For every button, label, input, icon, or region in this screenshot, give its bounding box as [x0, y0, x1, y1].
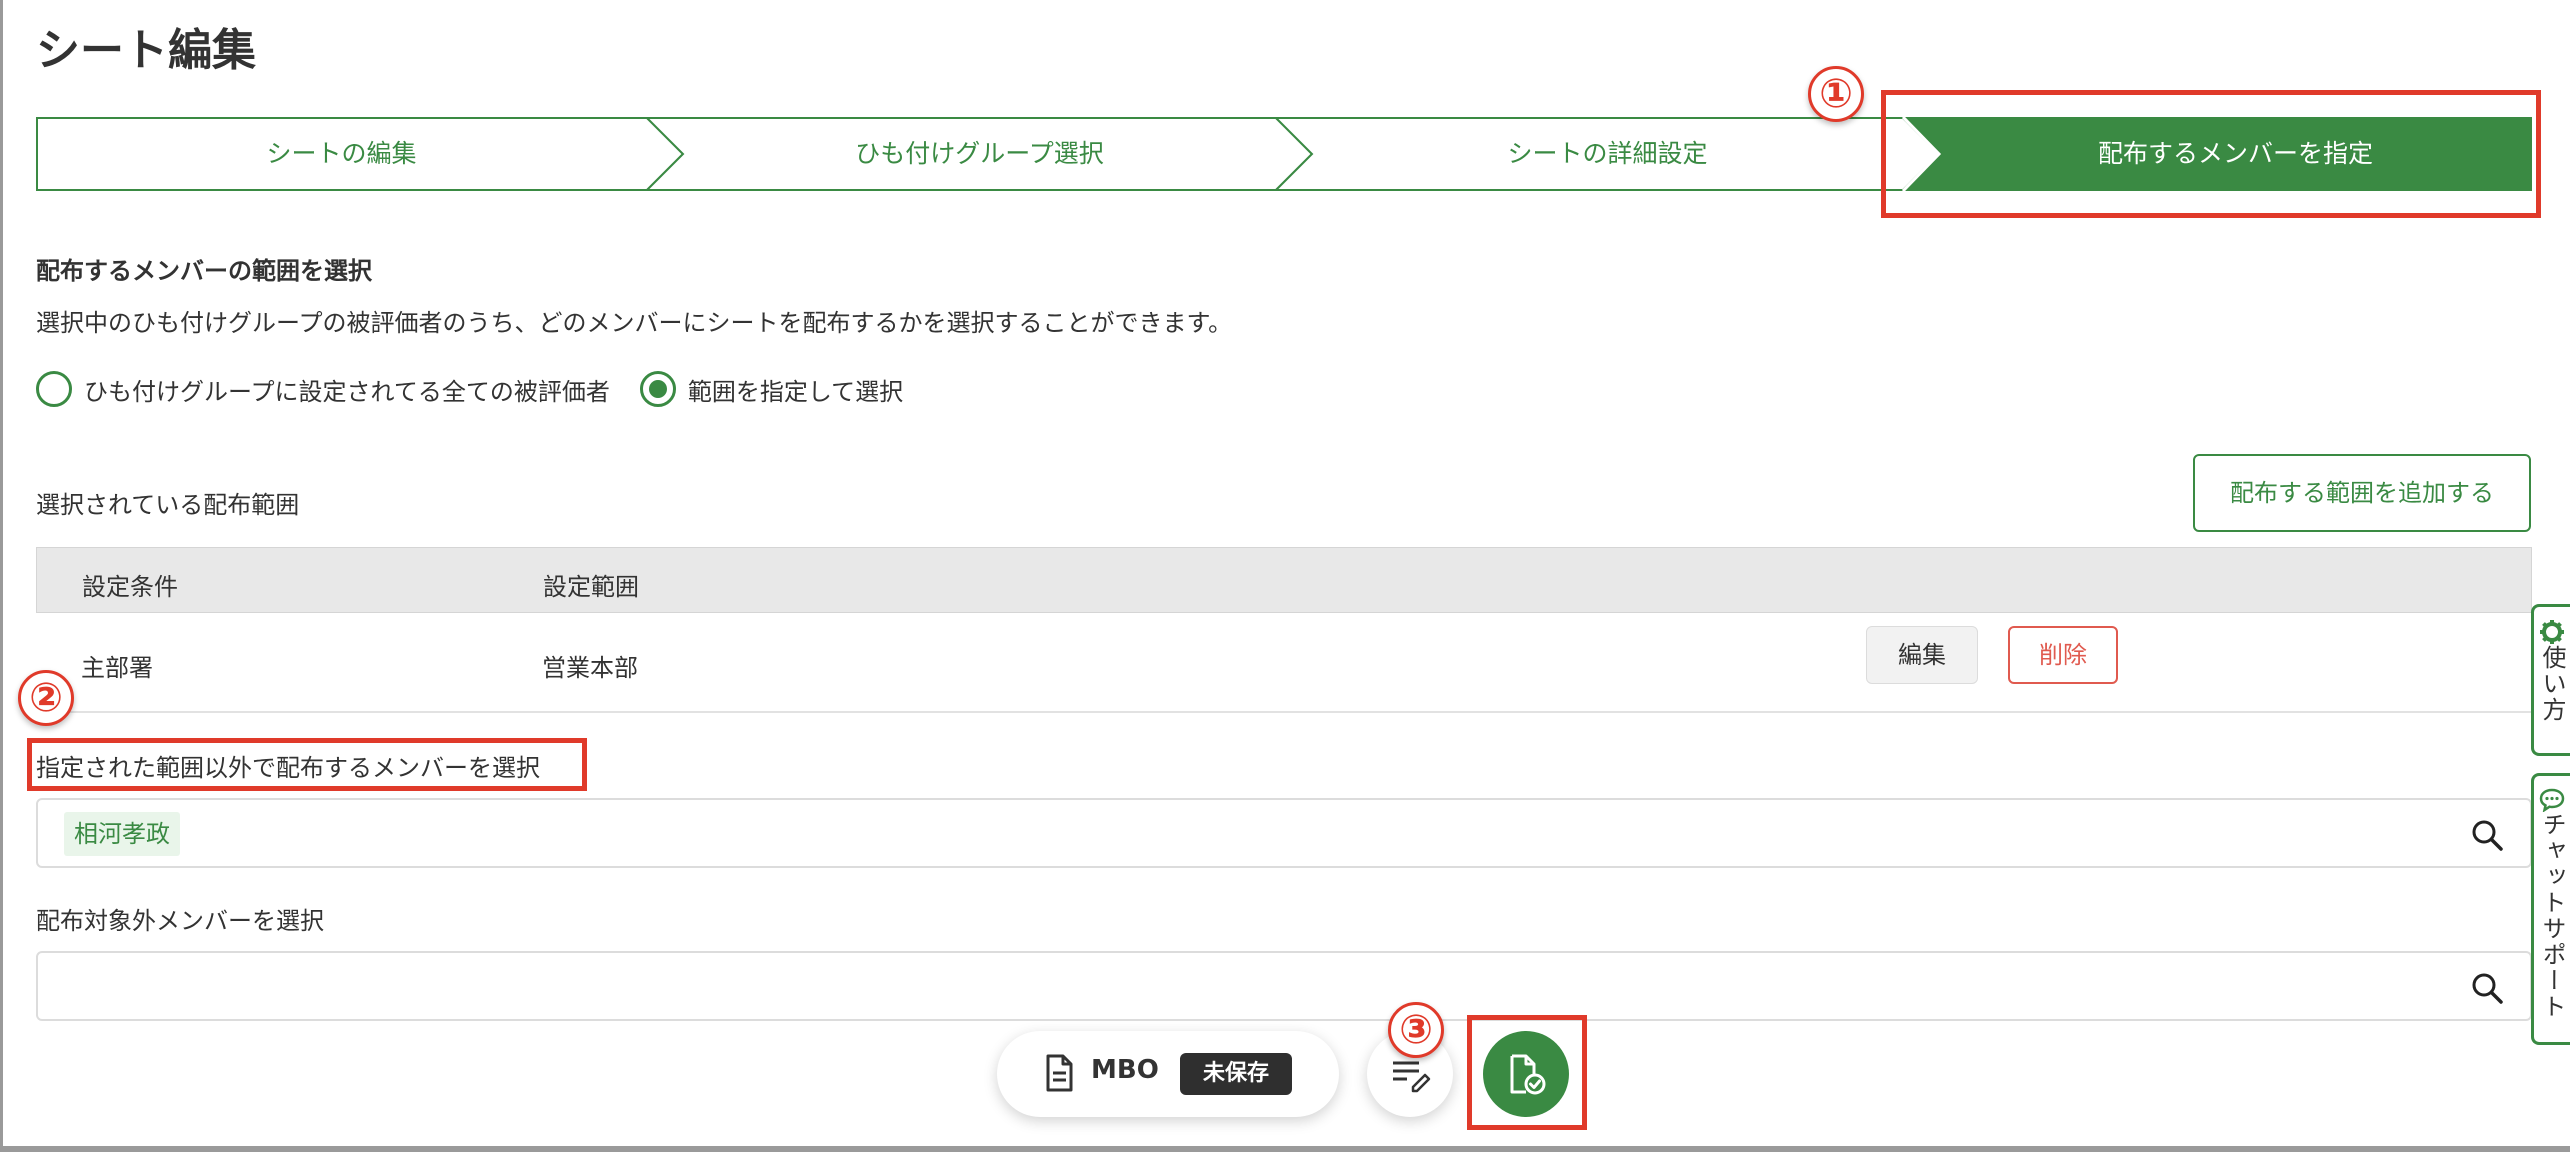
cell-condition: 主部署: [81, 654, 153, 682]
radio-all-evaluatees-label[interactable]: ひも付けグループに設定されてる全ての被評価者: [84, 372, 610, 407]
search-icon[interactable]: [2470, 971, 2504, 1005]
document-check-icon: [1510, 1054, 1546, 1095]
page-title: シート編集: [36, 25, 256, 76]
confirm-sheet-button[interactable]: [1483, 1031, 1569, 1117]
radio-all-evaluatees[interactable]: [36, 371, 72, 407]
chat-bubble-icon: [2539, 788, 2565, 812]
gear-icon: [2540, 620, 2564, 644]
delete-button[interactable]: 削除: [2008, 626, 2118, 684]
step-link-group[interactable]: ひも付けグループ選択: [683, 117, 1276, 191]
excluded-members-select[interactable]: [36, 951, 2532, 1021]
section-heading: 配布するメンバーの範囲を選択: [36, 257, 372, 285]
chat-tab-label: チャットサポート: [2538, 812, 2566, 1020]
radio-specify-range-label[interactable]: 範囲を指定して選択: [688, 372, 903, 407]
annotation-1: ①: [1808, 66, 1864, 122]
member-chip[interactable]: 相河孝政: [64, 812, 180, 856]
search-icon[interactable]: [2470, 818, 2504, 852]
help-tab-label: 使い方: [2538, 645, 2566, 723]
edit-button[interactable]: 編集: [1866, 626, 1978, 684]
annotation-2: ②: [18, 670, 74, 726]
section-description: 選択中のひも付けグループの被評価者のうち、どのメンバーにシートを配布するかを選択…: [36, 309, 1233, 337]
help-tab[interactable]: 使い方: [2531, 604, 2570, 756]
cell-range: 営業本部: [542, 654, 638, 682]
step-edit-sheet[interactable]: シートの編集: [36, 117, 647, 191]
document-status-pill: MBO 未保存: [997, 1031, 1339, 1117]
extra-members-label: 指定された範囲以外で配布するメンバーを選択: [36, 754, 540, 782]
document-icon: [1046, 1054, 1073, 1092]
unsaved-badge: 未保存: [1180, 1053, 1292, 1095]
radio-specify-range[interactable]: [639, 371, 676, 407]
column-header-condition: 設定条件: [82, 573, 178, 601]
chat-support-tab[interactable]: チャットサポート: [2531, 773, 2570, 1045]
range-radio-group: ひも付けグループに設定されてる全ての被評価者 範囲を指定して選択: [36, 370, 933, 408]
excluded-members-label: 配布対象外メンバーを選択: [36, 907, 324, 935]
extra-members-select[interactable]: 相河孝政: [36, 798, 2532, 868]
annotation-3: ③: [1388, 1002, 1444, 1058]
add-range-button[interactable]: 配布する範囲を追加する: [2193, 454, 2531, 532]
ranges-table: 設定条件 設定範囲 主部署 営業本部 編集 削除: [36, 547, 2532, 713]
step-sheet-detail[interactable]: シートの詳細設定: [1312, 117, 1903, 191]
column-header-range: 設定範囲: [543, 573, 639, 601]
selected-ranges-label: 選択されている配布範囲: [36, 491, 300, 519]
table-row: 主部署 営業本部 編集 削除: [36, 613, 2532, 713]
document-name: MBO: [1091, 1055, 1159, 1085]
highlight-box-1: [1881, 90, 2541, 218]
list-edit-icon: [1393, 1061, 1431, 1093]
table-header: 設定条件 設定範囲: [36, 547, 2532, 613]
